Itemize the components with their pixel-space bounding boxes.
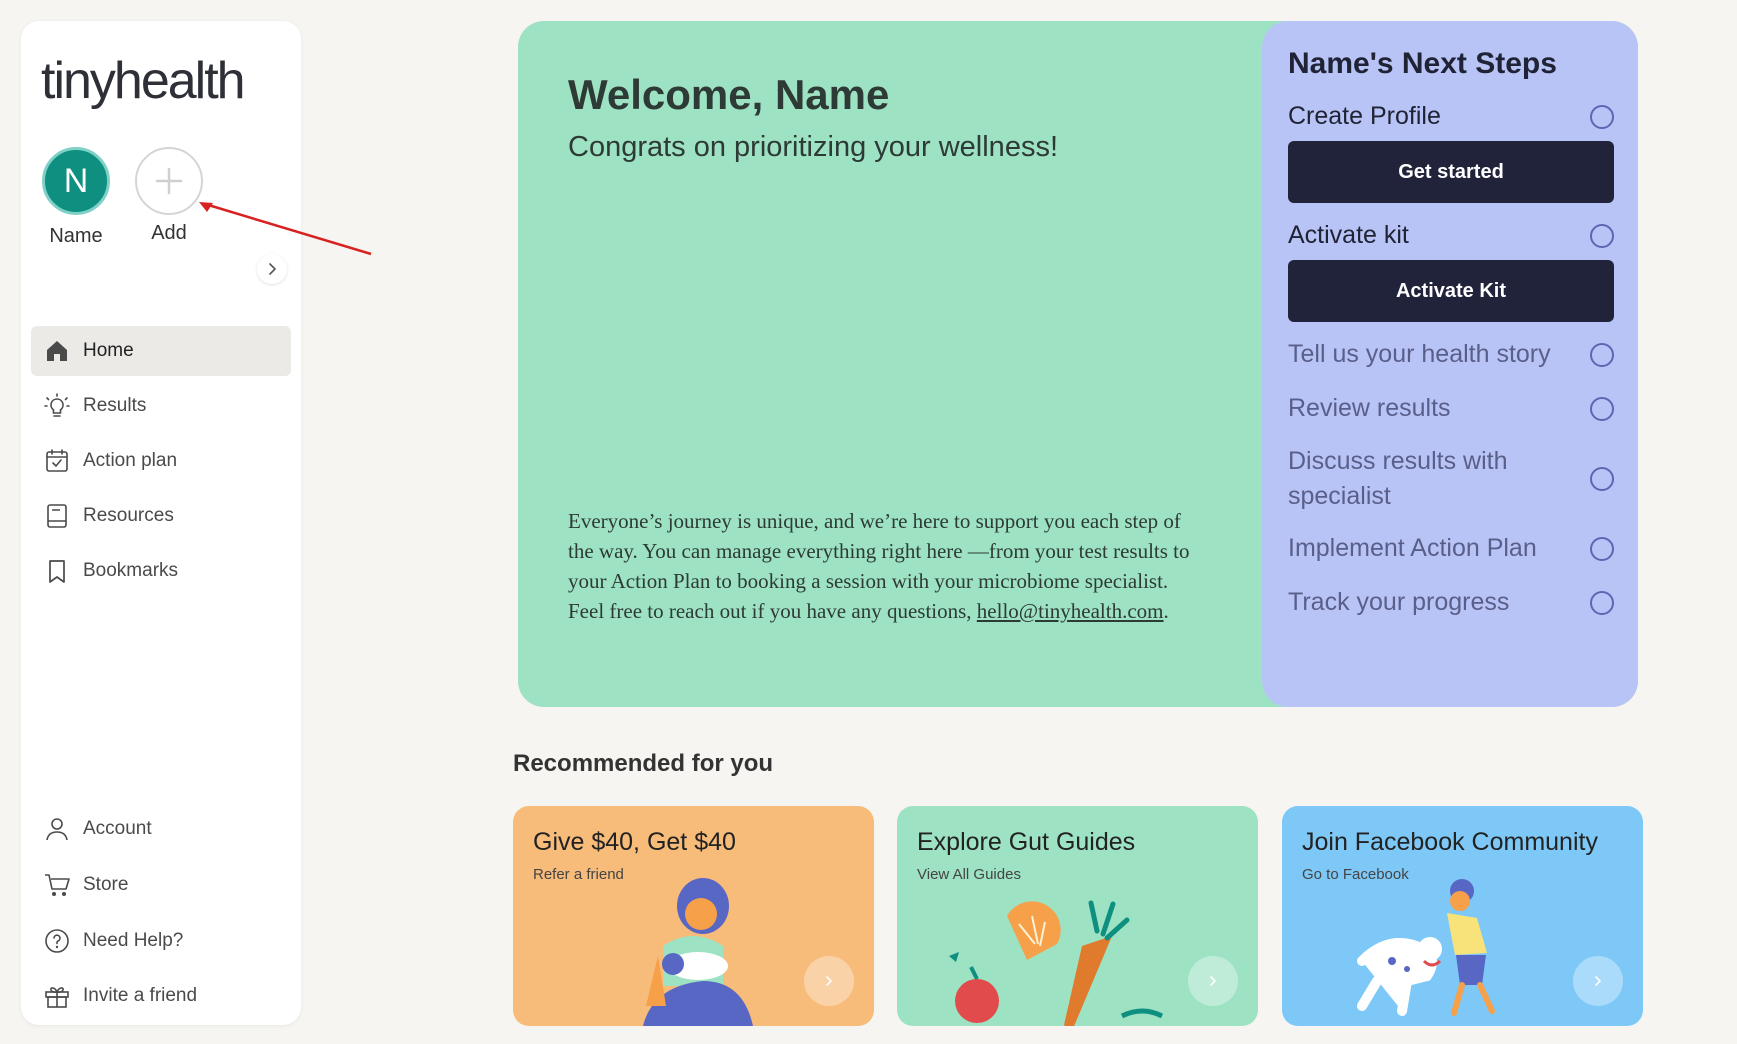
gut-guides-card[interactable]: Explore Gut Guides View All Guides <box>897 806 1258 1026</box>
nav-need-help-label: Need Help? <box>83 930 184 951</box>
nav-resources-label: Resources <box>83 505 174 526</box>
nav-results[interactable]: Results <box>31 381 291 431</box>
nav-bookmarks-label: Bookmarks <box>83 560 179 581</box>
step-status-radio[interactable] <box>1590 536 1614 561</box>
welcome-body-end: . <box>1163 599 1169 623</box>
step-discuss-results[interactable]: Discuss results with specialist <box>1288 444 1614 514</box>
support-email-link[interactable]: hello@tinyhealth.com <box>977 599 1164 623</box>
step-status-radio[interactable] <box>1590 223 1614 248</box>
welcome-subtitle: Congrats on prioritizing your wellness! <box>568 131 1058 163</box>
next-steps-panel: Name's Next Steps Create Profile Get sta… <box>1262 21 1638 707</box>
step-track-progress[interactable]: Track your progress <box>1288 585 1614 620</box>
cart-icon <box>43 871 71 899</box>
nav-invite-friend[interactable]: Invite a friend <box>31 971 291 1021</box>
facebook-go-button[interactable] <box>1573 956 1623 1006</box>
nav-need-help[interactable]: Need Help? <box>31 916 291 966</box>
step-activate-kit[interactable]: Activate kit <box>1288 218 1614 253</box>
nav-store-label: Store <box>83 874 129 895</box>
chevron-right-icon <box>1595 976 1602 986</box>
step-label: Create Profile <box>1288 102 1441 130</box>
activate-kit-button[interactable]: Activate Kit <box>1288 260 1614 322</box>
add-profile-button[interactable] <box>135 147 203 215</box>
boy-dog-illustration <box>1357 879 1495 1016</box>
tiny-health-logo[interactable]: tinyhealth <box>41 51 246 111</box>
nav-home[interactable]: Home <box>31 326 291 376</box>
facebook-community-card[interactable]: Join Facebook Community Go to Facebook <box>1282 806 1643 1026</box>
next-steps-title: Name's Next Steps <box>1288 47 1557 80</box>
chevron-right-icon <box>826 976 833 986</box>
step-label: Discuss results with specialist <box>1288 447 1508 510</box>
step-label: Review results <box>1288 394 1451 422</box>
gut-guides-go-button[interactable] <box>1188 956 1238 1006</box>
vegetables-illustration <box>949 900 1164 1026</box>
user-icon <box>43 815 71 843</box>
nav-results-label: Results <box>83 395 147 416</box>
nav-invite-friend-label: Invite a friend <box>83 985 198 1006</box>
profile-avatar[interactable]: N <box>42 147 110 215</box>
nav-store[interactable]: Store <box>31 860 291 910</box>
lightbulb-icon <box>43 392 71 420</box>
step-status-radio[interactable] <box>1590 467 1614 491</box>
nav-action-plan-label: Action plan <box>83 450 178 471</box>
step-label: Track your progress <box>1288 588 1510 616</box>
nav-account-label: Account <box>83 818 152 839</box>
expand-profiles-button[interactable] <box>257 254 287 284</box>
card-title: Explore Gut Guides <box>917 828 1136 856</box>
help-icon <box>43 927 71 955</box>
step-status-radio[interactable] <box>1590 396 1614 421</box>
step-status-radio[interactable] <box>1590 104 1614 129</box>
home-icon <box>43 337 71 365</box>
calendar-check-icon <box>43 447 71 475</box>
welcome-body: Everyone’s journey is unique, and we’re … <box>568 506 1198 626</box>
step-health-story[interactable]: Tell us your health story <box>1288 337 1614 372</box>
step-label: Tell us your health story <box>1288 340 1551 368</box>
mother-baby-illustration <box>643 878 753 1026</box>
chevron-right-icon <box>269 263 277 275</box>
step-label: Activate kit <box>1288 221 1409 249</box>
chevron-right-icon <box>1210 976 1217 986</box>
book-icon <box>43 502 71 530</box>
plus-icon <box>155 167 183 195</box>
profile-name-label: Name <box>49 225 103 247</box>
referral-card[interactable]: Give $40, Get $40 Refer a friend <box>513 806 874 1026</box>
sidebar: tinyhealth N Name Add Home Results Actio… <box>21 21 301 1025</box>
recommended-title: Recommended for you <box>513 750 774 777</box>
nav-account[interactable]: Account <box>31 804 291 854</box>
avatar-initial: N <box>63 161 89 200</box>
step-status-radio[interactable] <box>1590 342 1614 367</box>
step-status-radio[interactable] <box>1590 590 1614 615</box>
gift-icon <box>43 982 71 1010</box>
annotation-arrow <box>199 202 372 256</box>
welcome-title: Welcome, Name <box>568 71 890 118</box>
get-started-button[interactable]: Get started <box>1288 141 1614 203</box>
nav-home-label: Home <box>83 340 134 361</box>
card-title: Give $40, Get $40 <box>533 828 736 856</box>
welcome-card: Welcome, Name Congrats on prioritizing y… <box>518 21 1638 707</box>
card-title: Join Facebook Community <box>1302 828 1598 856</box>
step-review-results[interactable]: Review results <box>1288 391 1614 426</box>
referral-go-button[interactable] <box>804 956 854 1006</box>
nav-action-plan[interactable]: Action plan <box>31 436 291 486</box>
step-create-profile[interactable]: Create Profile <box>1288 99 1614 134</box>
nav-bookmarks[interactable]: Bookmarks <box>31 546 291 596</box>
step-implement-plan[interactable]: Implement Action Plan <box>1288 531 1614 566</box>
bookmark-icon <box>43 557 71 585</box>
step-label: Implement Action Plan <box>1288 534 1537 562</box>
nav-resources[interactable]: Resources <box>31 491 291 541</box>
